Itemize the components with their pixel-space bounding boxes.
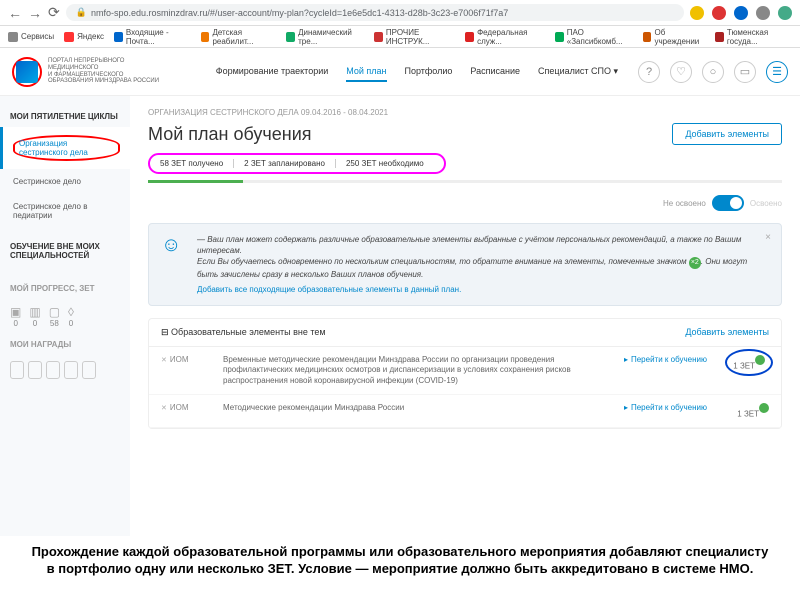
zet-badge-icon <box>759 403 769 413</box>
bookmark-item[interactable]: Яндекс <box>64 32 104 42</box>
sidebar-title: МОИ НАГРАДЫ <box>0 334 130 355</box>
element-type: ИОМ <box>161 355 211 364</box>
zet-summary: 58 ЗЕТ получено 2 ЗЕТ запланировано 250 … <box>148 153 446 174</box>
award-icon <box>10 361 24 379</box>
logo[interactable] <box>12 57 42 87</box>
main-content: ОРГАНИЗАЦИЯ СЕСТРИНСКОГО ДЕЛА 09.04.2016… <box>130 96 800 536</box>
ext-icon[interactable] <box>734 6 748 20</box>
bookmark-item[interactable]: ПРОЧИЕ ИНСТРУК... <box>374 28 455 46</box>
award-icon <box>82 361 96 379</box>
robot-icon: ☺ <box>161 234 187 260</box>
browser-extension-icons <box>690 6 792 20</box>
sidebar-title: ОБУЧЕНИЕ ВНЕ МОИХ СПЕЦИАЛЬНОСТЕЙ <box>0 236 130 266</box>
zet-obtained: 58 ЗЕТ получено <box>160 159 234 168</box>
url-bar[interactable]: 🔒 nmfo-spo.edu.rosminzdrav.ru/#/user-acc… <box>66 4 684 21</box>
award-icon <box>46 361 60 379</box>
element-type: ИОМ <box>161 403 211 412</box>
sidebar-title: МОИ ПЯТИЛЕТНИЕ ЦИКЛЫ <box>0 106 130 127</box>
bookmark-item[interactable]: Сервисы <box>8 32 54 42</box>
screen-icon: ▢ <box>49 305 60 319</box>
logo-text: ПОРТАЛ НЕПРЕРЫВНОГО МЕДИЦИНСКОГО И ФАРМА… <box>48 58 159 84</box>
sidebar-item[interactable]: Организация сестринского дела <box>0 127 130 169</box>
bookmark-item[interactable]: Тюменская госуда... <box>715 28 792 46</box>
sidebar: МОИ ПЯТИЛЕТНИЕ ЦИКЛЫ Организация сестрин… <box>0 96 130 536</box>
help-icon[interactable]: ? <box>638 61 660 83</box>
info-text: — Ваш план может содержать различные обр… <box>197 234 769 295</box>
browser-bar: ← → ⟳ 🔒 nmfo-spo.edu.rosminzdrav.ru/#/us… <box>0 0 800 26</box>
mastered-toggle[interactable] <box>712 195 744 211</box>
nav-tab[interactable]: Портфолио <box>405 62 453 82</box>
page-title: Мой план обучения <box>148 124 312 145</box>
bookmark-item[interactable]: Динамический тре... <box>286 28 364 46</box>
bookmark-item[interactable]: Федеральная служ... <box>465 28 545 46</box>
zet-planned: 2 ЗЕТ запланировано <box>244 159 336 168</box>
elements-title: ⊟ Образовательные элементы вне тем <box>161 327 326 338</box>
mic-icon: ◊ <box>68 305 74 319</box>
zet-badge-icon <box>755 355 765 365</box>
gift-icon: ▣ <box>10 305 21 319</box>
nav-tab[interactable]: Расписание <box>470 62 520 82</box>
element-zet: 1 ЗЕТ <box>719 403 769 419</box>
multi-badge-icon: ×2 <box>689 257 701 269</box>
toggle-label-right: Освоено <box>750 199 782 208</box>
lock-icon: 🔒 <box>76 7 87 18</box>
profile-avatar[interactable] <box>778 6 792 20</box>
bell-icon[interactable]: ♡ <box>670 61 692 83</box>
bookmark-item[interactable]: ПАО «Запсибкомб... <box>555 28 633 46</box>
play-icon: ▸ <box>624 403 628 412</box>
notification-icon[interactable]: ○ <box>702 61 724 83</box>
nav-tabs: Формирование траектории Мой план Портфол… <box>216 62 618 82</box>
sidebar-title: МОЙ ПРОГРЕСС, ЗЕТ <box>0 278 130 299</box>
bookmarks-bar: Сервисы Яндекс Входящие - Почта... Детск… <box>0 26 800 48</box>
info-box: ☺ — Ваш план может содержать различные о… <box>148 223 782 306</box>
nav-tab[interactable]: Формирование траектории <box>216 62 329 82</box>
forward-icon[interactable]: → <box>28 5 42 21</box>
element-row: ИОМ Методические рекомендации Минздрава … <box>149 395 781 428</box>
bookmark-item[interactable]: Детская реабилит... <box>201 28 277 46</box>
book-icon: ▥ <box>29 305 40 319</box>
bookmark-item[interactable]: Входящие - Почта... <box>114 28 191 46</box>
add-elements-button[interactable]: Добавить элементы <box>672 123 782 145</box>
chat-icon[interactable]: ▭ <box>734 61 756 83</box>
sidebar-item[interactable]: Сестринское дело в педиатрии <box>0 194 130 228</box>
bookmark-item[interactable]: Об учреждении <box>643 28 705 46</box>
progress-icons: ▣0 ▥0 ▢58 ◊0 <box>0 299 130 334</box>
element-desc: Методические рекомендации Минздрава Росс… <box>223 403 612 413</box>
progress-bar <box>148 180 782 183</box>
zet-required: 250 ЗЕТ необходимо <box>346 159 434 168</box>
caption-text: Прохождение каждой образовательной прогр… <box>0 536 800 586</box>
nav-tab[interactable]: Специалист СПО ▾ <box>538 62 618 82</box>
app-header: ПОРТАЛ НЕПРЕРЫВНОГО МЕДИЦИНСКОГО И ФАРМА… <box>0 48 800 96</box>
element-desc: Временные методические рекомендации Минз… <box>223 355 612 386</box>
toggle-label-left: Не освоено <box>663 199 706 208</box>
ext-icon[interactable] <box>756 6 770 20</box>
award-icon <box>64 361 78 379</box>
close-icon[interactable]: × <box>765 232 771 243</box>
toggle-row: Не освоено Освоено <box>148 195 782 211</box>
element-row: ИОМ Временные методические рекомендации … <box>149 347 781 395</box>
back-icon[interactable]: ← <box>8 5 22 21</box>
add-all-link[interactable]: Добавить все подходящие образовательные … <box>197 284 769 295</box>
breadcrumb: ОРГАНИЗАЦИЯ СЕСТРИНСКОГО ДЕЛА 09.04.2016… <box>148 108 782 117</box>
header-icons: ? ♡ ○ ▭ ☰ <box>638 61 788 83</box>
go-to-learning-link[interactable]: ▸Перейти к обучению <box>624 403 707 412</box>
sidebar-item[interactable]: Сестринское дело <box>0 169 130 194</box>
nav-tab[interactable]: Мой план <box>346 62 386 82</box>
awards <box>0 355 130 385</box>
user-icon[interactable]: ☰ <box>766 61 788 83</box>
url-text: nmfo-spo.edu.rosminzdrav.ru/#/user-accou… <box>91 8 508 18</box>
ext-icon[interactable] <box>690 6 704 20</box>
play-icon: ▸ <box>624 355 628 364</box>
elements-box: ⊟ Образовательные элементы вне тем Добав… <box>148 318 782 429</box>
ext-icon[interactable] <box>712 6 726 20</box>
award-icon <box>28 361 42 379</box>
reload-icon[interactable]: ⟳ <box>48 4 60 21</box>
go-to-learning-link[interactable]: ▸Перейти к обучению <box>624 355 707 364</box>
add-elements-link[interactable]: Добавить элементы <box>685 327 769 338</box>
